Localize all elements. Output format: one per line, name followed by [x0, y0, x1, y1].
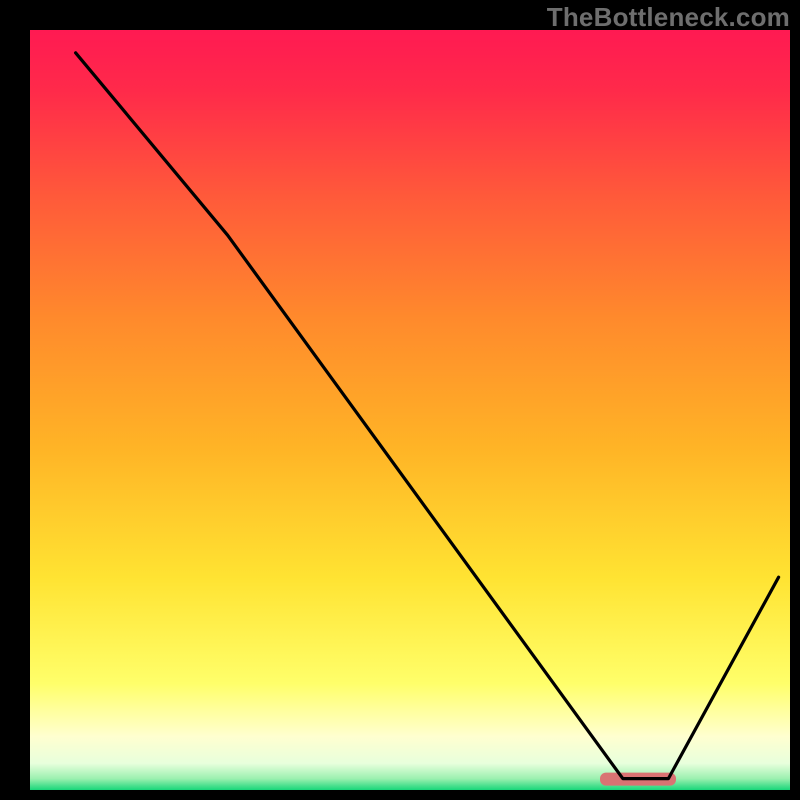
bottleneck-chart [0, 0, 800, 800]
chart-gradient-bg [30, 30, 790, 790]
watermark-text: TheBottleneck.com [547, 2, 790, 33]
